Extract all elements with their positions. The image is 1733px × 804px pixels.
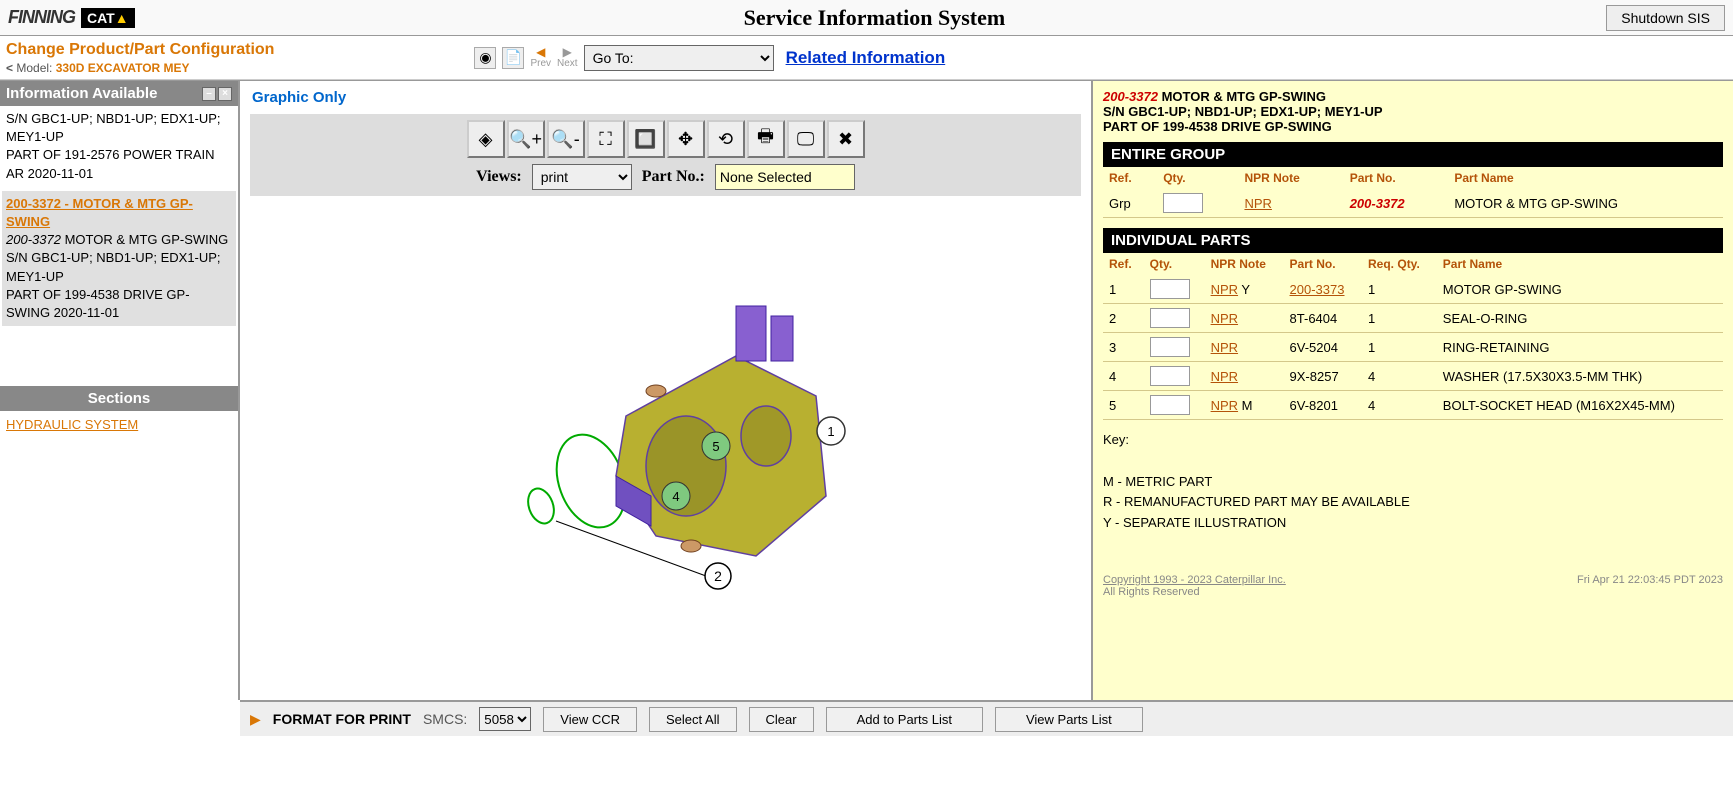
format-print-label: FORMAT FOR PRINT	[273, 711, 411, 727]
qty-input[interactable]	[1150, 395, 1190, 415]
group-partno: 200-3372	[1350, 196, 1405, 211]
zoom-window-icon[interactable]: ⛶	[587, 120, 625, 158]
model-line: < Model: 330D EXCAVATOR MEY	[6, 61, 274, 75]
smcs-select[interactable]: 5058	[479, 707, 531, 731]
select-all-button[interactable]: Select All	[649, 707, 736, 732]
part-diagram[interactable]: 2 5 4 1	[240, 196, 1091, 616]
qty-input[interactable]	[1150, 366, 1190, 386]
rotate-icon[interactable]: ⟲	[707, 120, 745, 158]
change-product-link[interactable]: Change Product/Part Configuration	[6, 41, 274, 59]
table-row: 4 NPR 9X-82574WASHER (17.5X30X3.5-MM THK…	[1103, 362, 1723, 391]
part-header: 200-3372 MOTOR & MTG GP-SWING S/N GBC1-U…	[1103, 89, 1723, 134]
entire-group-header: ENTIRE GROUP	[1103, 142, 1723, 167]
sidebar-selected-item[interactable]: 200-3372 - MOTOR & MTG GP-SWING 200-3372…	[2, 191, 236, 326]
group-row: Grp NPR 200-3372 MOTOR & MTG GP-SWING	[1103, 189, 1723, 218]
view-ccr-button[interactable]: View CCR	[543, 707, 637, 732]
related-info-link[interactable]: Related Information	[786, 48, 946, 68]
pan-icon[interactable]: ✥	[667, 120, 705, 158]
goto-select[interactable]: Go To:	[584, 45, 774, 71]
table-row: 3 NPR 6V-52041RING-RETAINING	[1103, 333, 1723, 362]
graphic-only-link[interactable]: Graphic Only	[240, 81, 1091, 114]
qty-input[interactable]	[1150, 337, 1190, 357]
copyright: Copyright 1993 - 2023 Caterpillar Inc.Al…	[1103, 574, 1723, 598]
table-row: 2 NPR 8T-64041SEAL-O-RING	[1103, 304, 1723, 333]
individual-parts-table: Ref.Qty. NPR NotePart No. Req. Qty.Part …	[1103, 253, 1723, 420]
triangle-icon: ▶	[250, 711, 261, 728]
zoom-out-icon[interactable]: 🔍-	[547, 120, 585, 158]
table-row: 1 NPR Y 200-33731MOTOR GP-SWING	[1103, 275, 1723, 304]
key-section: Key: M - METRIC PART R - REMANUFACTURED …	[1103, 430, 1723, 534]
globe-icon[interactable]: ◉	[474, 47, 496, 69]
close-icon[interactable]: ×	[218, 87, 232, 101]
views-label: Views:	[476, 168, 522, 186]
print-icon[interactable]: 🖶	[747, 120, 785, 158]
logo: FINNING CAT▲	[0, 7, 143, 28]
svg-text:4: 4	[672, 489, 679, 504]
smcs-label: SMCS:	[423, 711, 467, 727]
svg-text:1: 1	[827, 424, 834, 439]
svg-text:5: 5	[712, 439, 719, 454]
minimize-icon[interactable]: –	[202, 87, 216, 101]
app-title: Service Information System	[143, 5, 1607, 31]
logo-cat: CAT▲	[81, 8, 135, 28]
npr-link[interactable]: NPR	[1211, 311, 1238, 326]
views-select[interactable]: print	[532, 164, 632, 190]
npr-link[interactable]: NPR	[1211, 282, 1238, 297]
npr-link[interactable]: NPR	[1211, 340, 1238, 355]
npr-link[interactable]: NPR	[1211, 369, 1238, 384]
next-button[interactable]: ▶Next	[557, 46, 578, 69]
qty-input[interactable]	[1150, 308, 1190, 328]
zoom-in-icon[interactable]: 🔍+	[507, 120, 545, 158]
timestamp: Fri Apr 21 22:03:45 PDT 2023	[1577, 574, 1723, 598]
entire-group-table: Ref.Qty. NPR NotePart No. Part Name Grp …	[1103, 167, 1723, 218]
sections-link-hydraulic[interactable]: HYDRAULIC SYSTEM	[6, 417, 138, 432]
partno-label: Part No.:	[642, 168, 705, 186]
sidebar: Information Available – × S/N GBC1-UP; N…	[0, 81, 240, 700]
sidebar-header: Information Available – ×	[0, 81, 238, 106]
sidebar-top-text: S/N GBC1-UP; NBD1-UP; EDX1-UP; MEY1-UP P…	[6, 110, 232, 183]
logo-text: FINNING	[8, 7, 75, 28]
document-icon[interactable]: 📄	[502, 47, 524, 69]
reset-view-icon[interactable]: ◈	[467, 120, 505, 158]
view-parts-list-button[interactable]: View Parts List	[995, 707, 1143, 732]
shutdown-button[interactable]: Shutdown SIS	[1606, 5, 1725, 31]
npr-link[interactable]: NPR	[1211, 398, 1238, 413]
sidebar-body[interactable]: S/N GBC1-UP; NBD1-UP; EDX1-UP; MEY1-UP P…	[0, 106, 238, 386]
svg-text:2: 2	[714, 568, 722, 584]
parts-pane: 200-3372 MOTOR & MTG GP-SWING S/N GBC1-U…	[1093, 81, 1733, 700]
sub-header: Change Product/Part Configuration < Mode…	[0, 36, 1733, 80]
bottom-bar: ▶ FORMAT FOR PRINT SMCS: 5058 View CCR S…	[240, 700, 1733, 736]
pointer-icon[interactable]: ✖	[827, 120, 865, 158]
qty-input[interactable]	[1150, 279, 1190, 299]
npr-link[interactable]: NPR	[1244, 196, 1271, 211]
table-row: 5 NPR M 6V-82014BOLT-SOCKET HEAD (M16X2X…	[1103, 391, 1723, 420]
sidebar-item-link[interactable]: 200-3372 - MOTOR & MTG GP-SWING	[6, 196, 193, 229]
partno-link[interactable]: 200-3373	[1290, 282, 1345, 297]
graphic-toolbar: ◈ 🔍+ 🔍- ⛶ 🔲 ✥ ⟲ 🖶 🖵 ✖ Views: print Part …	[250, 114, 1081, 196]
add-to-parts-button[interactable]: Add to Parts List	[826, 707, 983, 732]
qty-input[interactable]	[1163, 193, 1203, 213]
top-bar: FINNING CAT▲ Service Information System …	[0, 0, 1733, 36]
sections-header: Sections	[0, 386, 238, 411]
prev-button[interactable]: ◀Prev	[530, 46, 551, 69]
model-value: 330D EXCAVATOR MEY	[56, 61, 190, 75]
center-pane: Graphic Only ◈ 🔍+ 🔍- ⛶ 🔲 ✥ ⟲ 🖶 🖵 ✖ Views…	[240, 81, 1093, 700]
individual-parts-header: INDIVIDUAL PARTS	[1103, 228, 1723, 253]
clear-button[interactable]: Clear	[749, 707, 814, 732]
fit-icon[interactable]: 🔲	[627, 120, 665, 158]
screen-icon[interactable]: 🖵	[787, 120, 825, 158]
partno-input[interactable]	[715, 164, 855, 190]
